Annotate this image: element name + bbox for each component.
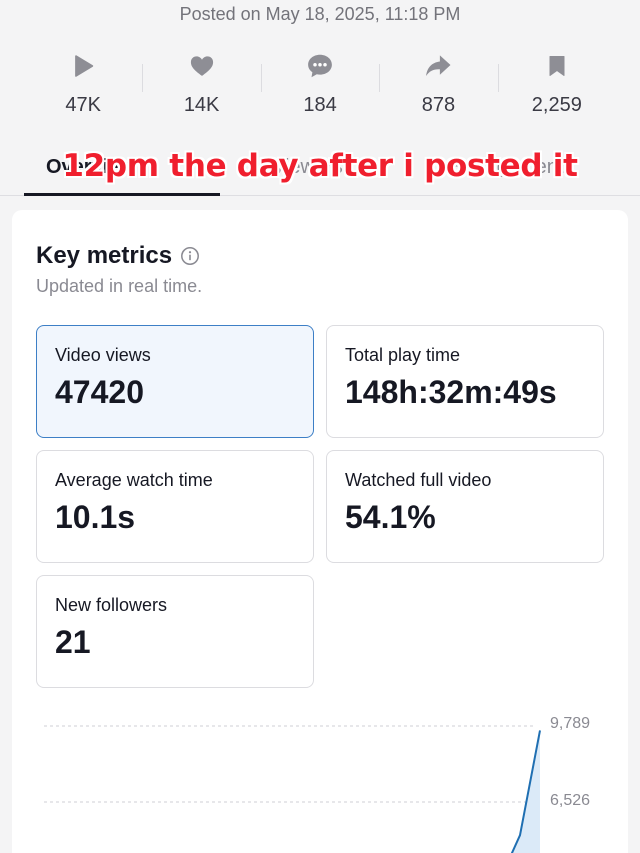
- overlay-caption: 12pm the day after i posted it: [62, 148, 578, 184]
- comment-icon: [305, 48, 335, 84]
- info-icon[interactable]: [180, 246, 200, 266]
- metric-value: 148h:32m:49s: [345, 374, 557, 410]
- stat-plays[interactable]: 47K: [24, 48, 142, 124]
- metric-value: 10.1s: [55, 499, 136, 535]
- heart-icon: [188, 48, 216, 84]
- metric-label: Watched full video: [345, 470, 492, 490]
- key-metrics-card: Key metrics Updated in real time. Video …: [12, 210, 628, 853]
- saves-count: 2,259: [531, 94, 582, 116]
- share-icon: [423, 48, 453, 84]
- metric-total-play-time[interactable]: Total play time 148h:32m:49s: [326, 325, 604, 438]
- bookmark-icon: [545, 48, 569, 84]
- stat-likes[interactable]: 14K: [142, 48, 260, 124]
- comments-count: 184: [303, 94, 337, 116]
- metric-value: 54.1%: [345, 499, 436, 535]
- metric-watched-full-video[interactable]: Watched full video 54.1%: [326, 450, 604, 563]
- key-metrics-title-text: Key metrics: [36, 242, 173, 269]
- metric-average-watch-time[interactable]: Average watch time 10.1s: [36, 450, 314, 563]
- posted-on-date: Posted on May 18, 2025, 11:18 PM: [179, 4, 461, 24]
- metric-new-followers[interactable]: New followers 21: [36, 575, 314, 688]
- metric-label: New followers: [55, 595, 168, 615]
- key-metrics-title: Key metrics: [36, 242, 200, 270]
- active-tab-indicator: [24, 193, 220, 196]
- metric-video-views[interactable]: Video views 47420: [36, 325, 314, 438]
- plays-count: 47K: [65, 94, 101, 116]
- metric-label: Total play time: [345, 345, 461, 365]
- y-tick-label: 6,526: [550, 792, 591, 809]
- metric-label: Average watch time: [55, 470, 213, 490]
- metric-value: 47420: [55, 374, 144, 410]
- play-icon: [69, 48, 97, 84]
- stat-saves[interactable]: 2,259: [497, 48, 616, 124]
- views-chart-svg: [44, 725, 541, 853]
- views-chart: 9,789 6,526: [12, 710, 628, 853]
- metric-label: Video views: [55, 345, 151, 365]
- metric-value: 21: [55, 624, 91, 660]
- engagement-stats-row: 47K 14K 184 878 2,259: [24, 48, 616, 124]
- key-metrics-subtitle: Updated in real time.: [36, 276, 203, 296]
- shares-count: 878: [421, 94, 456, 116]
- likes-count: 14K: [183, 94, 220, 116]
- stat-shares[interactable]: 878: [379, 48, 497, 124]
- y-tick-label: 9,789: [550, 715, 591, 732]
- stat-comments[interactable]: 184: [260, 48, 379, 124]
